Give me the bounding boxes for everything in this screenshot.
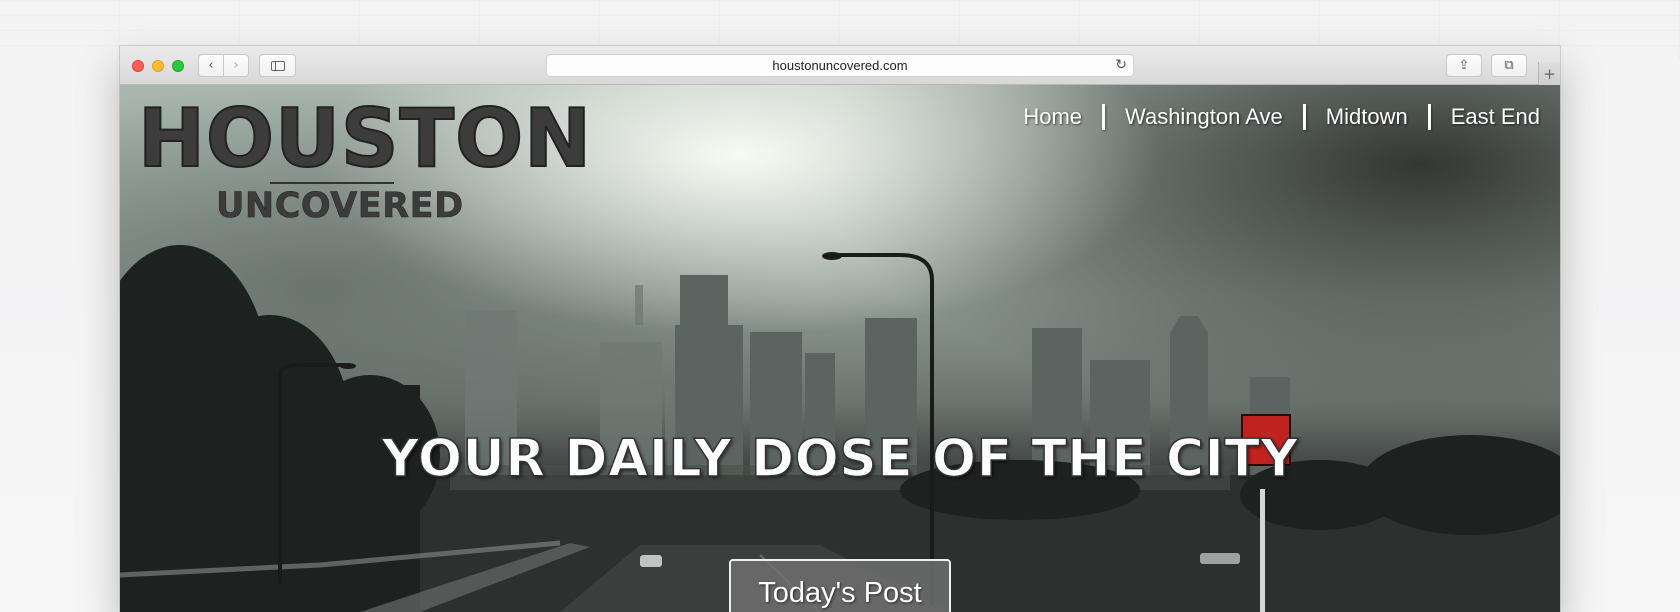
- close-window-button[interactable]: [132, 60, 144, 72]
- reload-icon[interactable]: ↻: [1115, 57, 1127, 73]
- sidebar-icon: [270, 60, 285, 71]
- plus-icon: +: [1543, 64, 1556, 83]
- chevron-left-icon: ‹: [208, 58, 214, 73]
- hero-headline: YOUR DAILY DOSE OF THE CITY: [381, 428, 1299, 490]
- nav-home[interactable]: Home: [1003, 104, 1102, 130]
- nav-midtown[interactable]: Midtown: [1306, 104, 1428, 130]
- zoom-window-button[interactable]: [172, 60, 184, 72]
- back-button[interactable]: ‹: [198, 54, 224, 77]
- browser-window: ‹ › houstonuncovered.com ↻ ⇪ ⧉ + HOUSTON…: [120, 46, 1560, 612]
- hero-section: HOUSTON UNCOVERED Home Washington Ave Mi…: [120, 85, 1560, 612]
- site-logo[interactable]: HOUSTON UNCOVERED: [137, 92, 593, 227]
- main-nav: Home Washington Ave Midtown East End: [1003, 104, 1540, 130]
- sidebar-toggle-button[interactable]: [259, 54, 296, 77]
- todays-post-button[interactable]: Today's Post: [729, 559, 951, 612]
- address-bar[interactable]: houstonuncovered.com ↻: [546, 54, 1134, 77]
- browser-toolbar: ‹ › houstonuncovered.com ↻ ⇪ ⧉ +: [120, 46, 1560, 85]
- minimize-window-button[interactable]: [152, 60, 164, 72]
- new-tab-button[interactable]: +: [1538, 62, 1560, 85]
- share-button[interactable]: ⇪: [1446, 54, 1482, 77]
- url-text: houstonuncovered.com: [772, 58, 908, 73]
- forward-button[interactable]: ›: [223, 54, 249, 77]
- nav-washington-ave[interactable]: Washington Ave: [1105, 104, 1303, 130]
- tabs-icon: ⧉: [1504, 58, 1514, 73]
- nav-east-end[interactable]: East End: [1431, 104, 1540, 130]
- share-icon: ⇪: [1458, 58, 1470, 73]
- show-tabs-button[interactable]: ⧉: [1491, 54, 1527, 77]
- chevron-right-icon: ›: [233, 58, 239, 73]
- logo-title: HOUSTON: [137, 92, 593, 185]
- logo-subtitle: UNCOVERED: [216, 186, 464, 227]
